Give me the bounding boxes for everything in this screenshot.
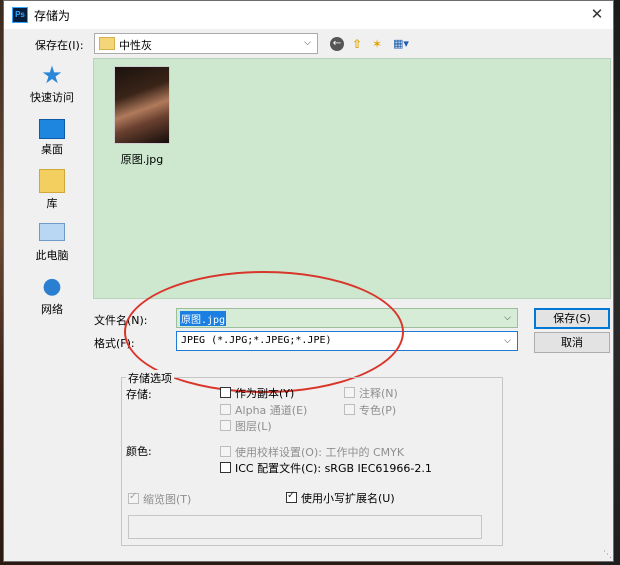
lowercase-ext-checkbox[interactable]	[286, 490, 297, 503]
place-quick-access[interactable]: ★ 快速访问	[16, 63, 88, 105]
layers-checkbox[interactable]	[220, 420, 231, 431]
folder-icon	[99, 37, 115, 50]
color-section-label: 颜色:	[126, 445, 152, 458]
place-label: 快速访问	[30, 91, 74, 104]
network-icon: ●	[42, 274, 62, 299]
layers-label: 图层(L)	[235, 420, 272, 433]
format-value: JPEG (*.JPG;*.JPEG;*.JPE)	[181, 335, 332, 346]
photoshop-app-icon: Ps	[12, 7, 28, 23]
file-name-label: 原图.jpg	[120, 153, 164, 166]
place-label: 此电脑	[35, 249, 69, 262]
notes-checkbox[interactable]	[344, 387, 355, 398]
spot-label: 专色(P)	[359, 404, 397, 417]
save-as-dialog: Ps 存储为 ✕ 保存在(I): 中性灰 ⌵ ← ⇧ ✶ ▦▾ ★ 快速访问 桌…	[3, 0, 614, 562]
save-in-dropdown[interactable]: 中性灰 ⌵	[94, 33, 318, 54]
chevron-down-icon[interactable]: ⌵	[501, 311, 514, 326]
up-folder-icon[interactable]: ⇧	[349, 36, 365, 52]
filename-selected-text: 原图.jpg	[180, 311, 227, 326]
window-title: 存储为	[34, 9, 71, 23]
use-proof-checkbox[interactable]	[220, 446, 231, 457]
save-in-value: 中性灰	[119, 39, 152, 52]
file-list-area[interactable]: 原图.jpg	[93, 58, 611, 299]
as-copy-label: 作为副本(Y)	[235, 387, 295, 400]
use-proof-label: 使用校样设置(O): 工作中的 CMYK	[235, 446, 405, 459]
save-options-title: 存储选项	[126, 370, 174, 386]
cancel-button[interactable]: 取消	[534, 332, 610, 353]
format-label: 格式(F):	[94, 337, 135, 350]
place-this-pc[interactable]: 此电脑	[16, 223, 88, 263]
save-button[interactable]: 保存(S)	[534, 308, 610, 329]
notes-label: 注释(N)	[359, 387, 398, 400]
back-arrow-icon[interactable]: ←	[330, 37, 344, 51]
image-thumbnail	[114, 66, 170, 144]
filename-input[interactable]: 原图.jpg ⌵	[176, 308, 518, 328]
resize-grip-icon[interactable]: ⋱	[603, 550, 612, 560]
place-label: 网络	[41, 303, 63, 316]
place-network[interactable]: ● 网络	[16, 275, 88, 317]
alpha-label: Alpha 通道(E)	[235, 404, 308, 417]
spot-checkbox[interactable]	[344, 404, 355, 415]
filename-label: 文件名(N):	[94, 314, 148, 327]
chevron-down-icon[interactable]: ⌵	[301, 36, 314, 51]
place-library[interactable]: 库	[16, 169, 88, 211]
computer-icon	[39, 223, 65, 241]
icc-profile-checkbox[interactable]	[220, 462, 231, 473]
thumbnail-label: 缩览图(T)	[143, 493, 192, 506]
as-copy-checkbox[interactable]	[220, 387, 231, 398]
view-menu-icon[interactable]: ▦▾	[390, 36, 412, 52]
place-label: 库	[46, 197, 58, 210]
warning-message-box	[128, 515, 482, 539]
title-bar[interactable]: Ps 存储为 ✕	[4, 1, 613, 29]
alpha-checkbox[interactable]	[220, 404, 231, 415]
save-in-label: 保存在(I):	[35, 39, 84, 52]
desktop-icon	[39, 119, 65, 139]
lowercase-ext-label: 使用小写扩展名(U)	[301, 492, 395, 505]
chevron-down-icon[interactable]: ⌵	[501, 334, 514, 349]
library-icon	[39, 169, 65, 193]
format-dropdown[interactable]: JPEG (*.JPG;*.JPEG;*.JPE) ⌵	[176, 331, 518, 351]
place-label: 桌面	[41, 143, 63, 156]
save-section-label: 存储:	[126, 388, 152, 401]
close-icon[interactable]: ✕	[587, 3, 607, 25]
thumbnail-checkbox[interactable]	[128, 491, 139, 504]
icc-profile-label: ICC 配置文件(C): sRGB IEC61966-2.1	[235, 462, 432, 475]
new-folder-icon[interactable]: ✶	[369, 36, 385, 52]
place-desktop[interactable]: 桌面	[16, 117, 88, 157]
star-icon: ★	[41, 61, 63, 89]
